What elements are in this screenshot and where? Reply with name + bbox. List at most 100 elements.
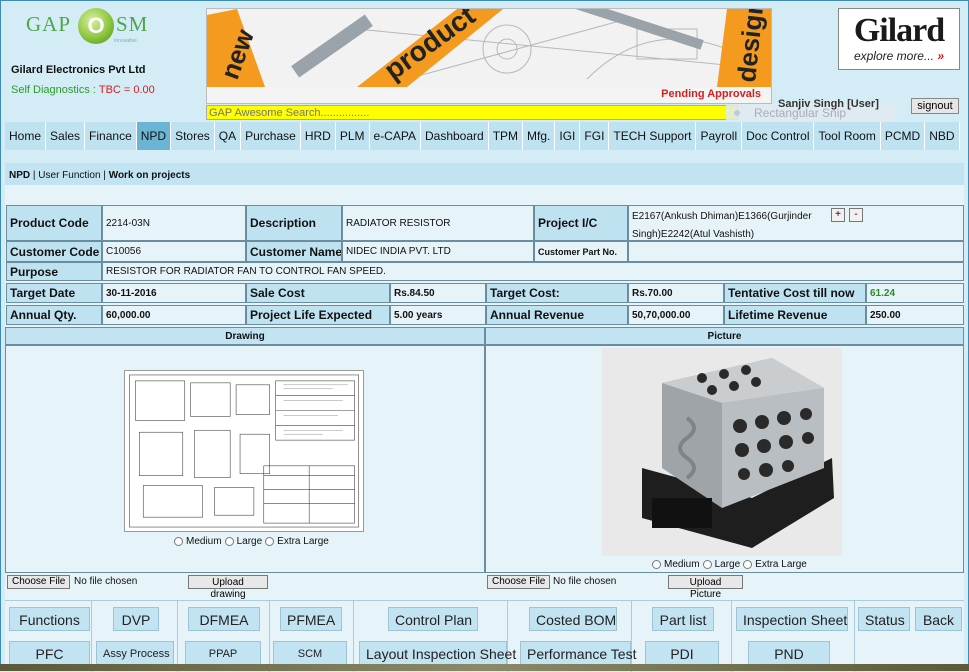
breadcrumb-npd[interactable]: NPD xyxy=(9,170,30,181)
target-cost-value: Rs.70.00 xyxy=(628,283,724,303)
nav-finance[interactable]: Finance xyxy=(85,122,137,150)
target-date-label: Target Date xyxy=(6,283,102,303)
lifetime-revenue-value: 250.00 xyxy=(866,305,964,325)
project-ic-value: E2167(Ankush Dhiman)E1366(Gurjinder Sing… xyxy=(628,205,964,241)
product-code-label: Product Code xyxy=(6,205,102,241)
nav-pcmd[interactable]: PCMD xyxy=(880,122,926,150)
nav-igi[interactable]: IGI xyxy=(555,122,581,150)
banner-art: new product design xyxy=(207,9,771,87)
nav-fgi[interactable]: FGI xyxy=(580,122,610,150)
picture-panel: Medium Large Extra Large xyxy=(485,345,964,573)
breadcrumb-user-function[interactable]: User Function xyxy=(38,170,100,181)
gap-search-input[interactable] xyxy=(206,105,738,120)
nav-npd[interactable]: NPD xyxy=(136,122,172,150)
project-life-value: 5.00 years xyxy=(390,305,486,325)
annual-revenue-value: 50,70,000.00 xyxy=(628,305,724,325)
assy-process-button[interactable]: Assy Process xyxy=(96,641,174,665)
part-list-button[interactable]: Part list xyxy=(652,607,714,631)
picture-panel-title: Picture xyxy=(485,327,964,345)
logo-tagline: Innovative xyxy=(114,38,137,44)
picture-size-large-radio[interactable] xyxy=(702,560,712,569)
picture-size-options: Medium Large Extra Large xyxy=(652,559,807,570)
inspection-sheet-button[interactable]: Inspection Sheet xyxy=(736,607,848,631)
tentative-cost-value: 61.24 xyxy=(866,283,964,303)
nav-purchase[interactable]: Purchase xyxy=(241,122,301,150)
drawing-panel-title: Drawing xyxy=(5,327,485,345)
gilard-logo: Gilard explore more... » xyxy=(838,8,960,70)
remove-ic-button[interactable]: - xyxy=(849,208,863,222)
main-nav: Home Sales Finance NPD Stores QA Purchas… xyxy=(5,122,960,150)
product-code-value: 2214-03N xyxy=(102,205,246,241)
dfmea-button[interactable]: DFMEA xyxy=(188,607,260,631)
pfc-button[interactable]: PFC xyxy=(9,641,90,665)
nav-dashboard[interactable]: Dashboard xyxy=(420,122,489,150)
nav-plm[interactable]: PLM xyxy=(335,122,370,150)
logo-text-left: GAP xyxy=(26,12,72,36)
drawing-choose-file-button[interactable]: Choose File xyxy=(7,575,71,589)
drawing-file-status: No file chosen xyxy=(74,576,138,587)
add-ic-button[interactable]: + xyxy=(831,208,845,222)
taskbar-strip xyxy=(0,664,969,671)
diag-label: Self Diagnostics : xyxy=(11,84,99,96)
picture-file-status: No file chosen xyxy=(553,576,617,587)
customer-part-label: Customer Part No. xyxy=(534,241,628,262)
product-design-banner: new product design Pending Approvals xyxy=(206,8,772,104)
breadcrumb-work-on-projects: Work on projects xyxy=(108,170,191,181)
product-picture[interactable] xyxy=(602,348,842,556)
dvp-button[interactable]: DVP xyxy=(113,607,159,631)
drawing-size-large-radio[interactable] xyxy=(224,537,234,546)
nav-tool-room[interactable]: Tool Room xyxy=(814,122,881,150)
functions-button[interactable]: Functions xyxy=(9,607,90,631)
upload-picture-button[interactable]: Upload Picture xyxy=(668,575,743,600)
nav-home[interactable]: Home xyxy=(5,122,47,150)
costed-bom-button[interactable]: Costed BOM xyxy=(529,607,617,631)
performance-test-button[interactable]: Performance Test xyxy=(520,641,636,665)
layout-inspection-sheet-button[interactable]: Layout Inspection Sheet xyxy=(359,641,516,665)
customer-code-value: C10056 xyxy=(102,241,246,262)
pdi-button[interactable]: PDI xyxy=(645,641,719,665)
pending-approvals-link[interactable]: Pending Approvals xyxy=(661,88,761,100)
logo-text-right: SM xyxy=(116,12,149,36)
nav-hrd[interactable]: HRD xyxy=(300,122,336,150)
annual-qty-label: Annual Qty. xyxy=(6,305,102,325)
nav-mfg[interactable]: Mfg. xyxy=(523,122,556,150)
nav-qa[interactable]: QA xyxy=(214,122,242,150)
ppap-button[interactable]: PPAP xyxy=(185,641,261,665)
lifetime-revenue-label: Lifetime Revenue xyxy=(724,305,866,325)
sale-cost-label: Sale Cost xyxy=(246,283,390,303)
drawing-size-medium-radio[interactable] xyxy=(174,537,183,546)
logo-o-icon: O xyxy=(78,8,114,44)
target-date-value: 30-11-2016 xyxy=(102,283,246,303)
action-bar: Functions DVP DFMEA PFMEA Control Plan C… xyxy=(5,600,964,672)
scm-button[interactable]: SCM xyxy=(273,641,347,665)
back-button[interactable]: Back xyxy=(915,607,962,631)
drawing-size-xl-radio[interactable] xyxy=(265,537,275,546)
nav-tech-support[interactable]: TECH Support xyxy=(609,122,697,150)
status-button[interactable]: Status xyxy=(858,607,910,631)
picture-size-medium-label: Medium xyxy=(664,559,700,570)
customer-name-label: Customer Name xyxy=(246,241,342,262)
pnd-button[interactable]: PND xyxy=(748,641,830,665)
drawing-size-options: Medium Large Extra Large xyxy=(174,536,329,547)
nav-payroll[interactable]: Payroll xyxy=(696,122,743,150)
pfmea-button[interactable]: PFMEA xyxy=(280,607,342,631)
picture-size-medium-radio[interactable] xyxy=(652,560,661,569)
picture-choose-file-button[interactable]: Choose File xyxy=(487,575,551,589)
gilard-brand-name: Gilard xyxy=(853,12,945,49)
nav-nbd[interactable]: NBD xyxy=(925,122,960,150)
nav-doc-control[interactable]: Doc Control xyxy=(742,122,815,150)
gilard-tagline: explore more... » xyxy=(839,49,959,63)
nav-sales[interactable]: Sales xyxy=(46,122,86,150)
description-value: RADIATOR RESISTOR xyxy=(342,205,534,241)
nav-stores[interactable]: Stores xyxy=(171,122,215,150)
drawing-image[interactable] xyxy=(124,370,364,532)
customer-name-value: NIDEC INDIA PVT. LTD xyxy=(342,241,534,262)
self-diagnostics: Self Diagnostics : TBC = 0.00 xyxy=(11,84,155,96)
signout-button[interactable]: signout xyxy=(911,98,959,114)
nav-e-capa[interactable]: e-CAPA xyxy=(369,122,421,150)
picture-size-xl-radio[interactable] xyxy=(743,560,753,569)
upload-drawing-button[interactable]: Upload drawing xyxy=(188,575,268,600)
nav-tpm[interactable]: TPM xyxy=(488,122,524,150)
tentative-cost-label: Tentative Cost till now xyxy=(724,283,866,303)
control-plan-button[interactable]: Control Plan xyxy=(388,607,478,631)
